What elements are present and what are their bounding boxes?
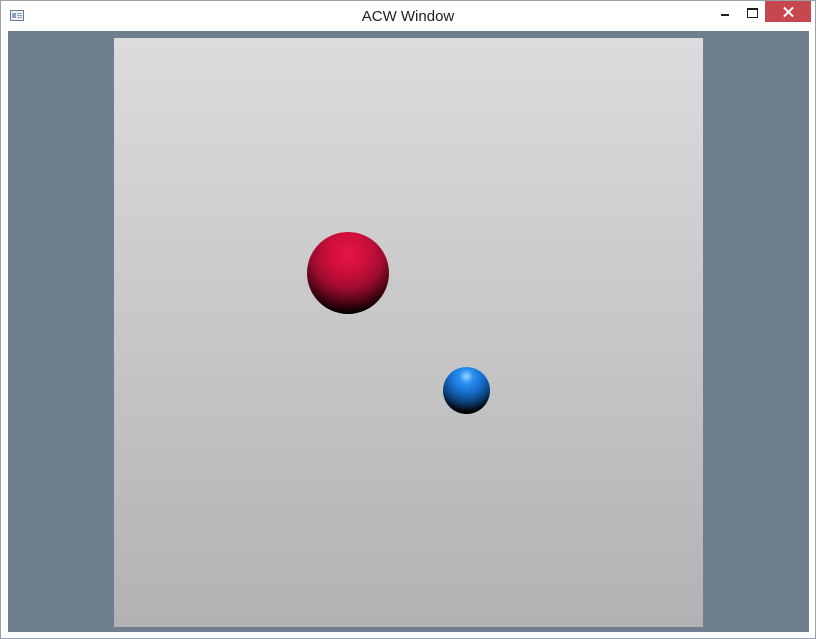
maximize-button[interactable]	[738, 1, 766, 22]
window-title: ACW Window	[361, 8, 455, 25]
minimize-icon	[721, 14, 729, 16]
blue-sphere	[443, 367, 490, 414]
maximize-icon	[747, 8, 758, 18]
title-bar[interactable]: ACW Window	[1, 1, 815, 31]
app-window: ACW Window	[0, 0, 816, 639]
minimize-button[interactable]	[709, 1, 737, 22]
red-sphere	[307, 232, 389, 314]
client-area	[8, 31, 809, 632]
render-viewport[interactable]	[114, 38, 703, 627]
close-button[interactable]	[765, 1, 811, 22]
